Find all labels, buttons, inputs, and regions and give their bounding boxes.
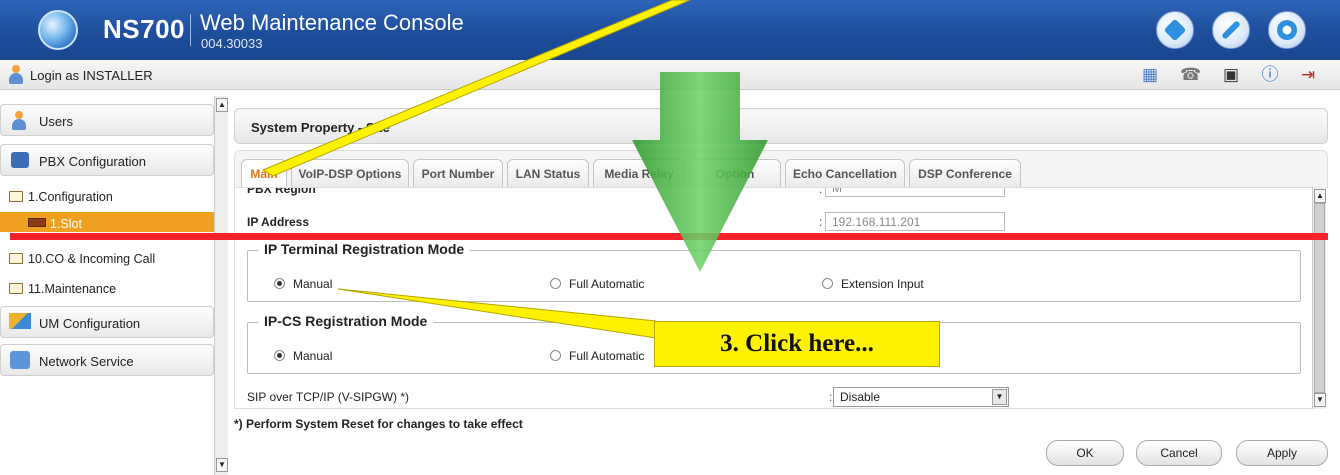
green-down-arrow-icon [632, 72, 768, 272]
annotation-callout: 3. Click here... [654, 321, 940, 367]
pointer-callout-manual [337, 288, 657, 339]
annotation-overlay [261, 0, 768, 339]
screenshot: NS700 Web Maintenance Console 004.30033 … [0, 0, 1340, 475]
pointer-callout-top [261, 0, 691, 177]
